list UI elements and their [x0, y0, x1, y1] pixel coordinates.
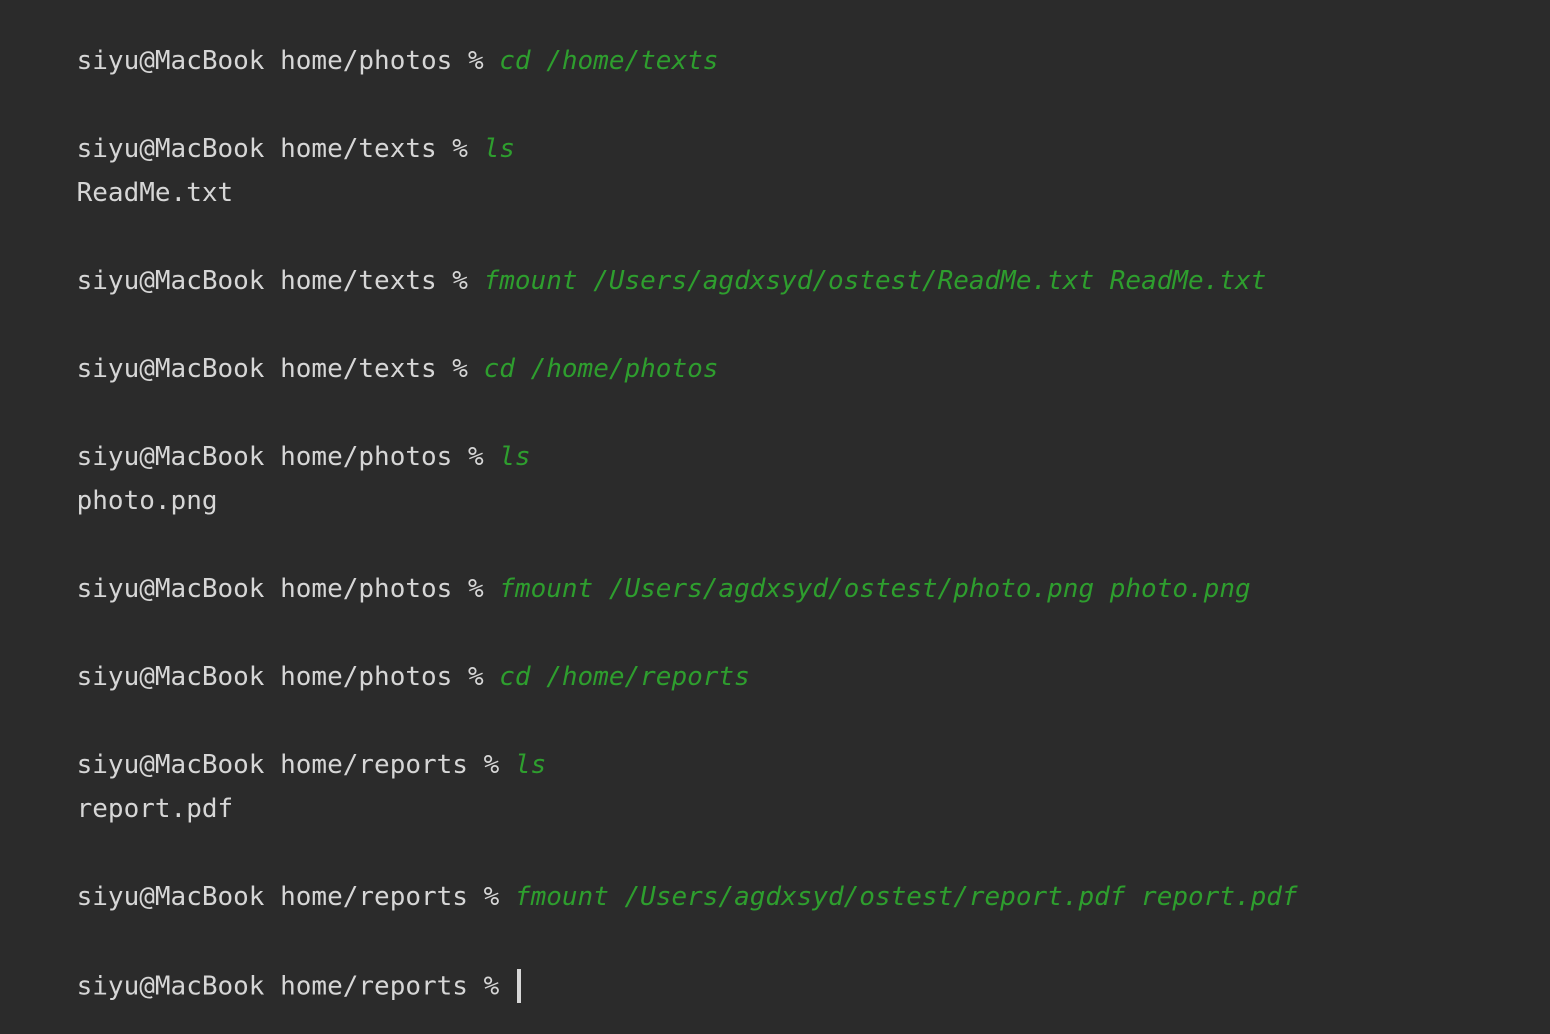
terminal-input-line[interactable]: siyu@MacBook home/reports %	[14, 940, 521, 1003]
terminal-line-output: report.pdf	[14, 764, 234, 824]
terminal-line-prompt: siyu@MacBook home/reports % ls	[14, 720, 547, 780]
text-cursor	[516, 969, 521, 1003]
output-text: ReadMe.txt	[76, 178, 234, 208]
command-text: ls	[499, 442, 531, 472]
terminal-window[interactable]: siyu@MacBook home/photos % cd /home/text…	[0, 0, 1550, 1003]
prompt-text: siyu@MacBook home/photos %	[76, 574, 500, 604]
command-text: fmount /Users/agdxsyd/ostest/ReadMe.txt …	[483, 266, 1267, 296]
command-text: cd /home/reports	[499, 662, 750, 692]
terminal-line-prompt: siyu@MacBook home/texts % fmount /Users/…	[14, 236, 1267, 296]
command-text: fmount /Users/agdxsyd/ostest/photo.png p…	[499, 574, 1251, 604]
prompt-text: siyu@MacBook home/reports %	[76, 882, 515, 912]
prompt-text: siyu@MacBook home/texts %	[76, 266, 484, 296]
command-text: fmount /Users/agdxsyd/ostest/report.pdf …	[514, 882, 1298, 912]
command-text: cd /home/texts	[499, 46, 719, 76]
terminal-line-prompt: siyu@MacBook home/reports % fmount /User…	[14, 852, 1298, 912]
prompt-text: siyu@MacBook home/reports %	[76, 971, 515, 1002]
output-text: photo.png	[76, 486, 218, 516]
terminal-line-prompt: siyu@MacBook home/texts % cd /home/photo…	[14, 324, 719, 384]
terminal-line-prompt: siyu@MacBook home/photos % cd /home/repo…	[14, 632, 750, 692]
terminal-line-prompt: siyu@MacBook home/photos % cd /home/text…	[14, 16, 719, 76]
command-text: ls	[514, 750, 547, 780]
terminal-line-output: photo.png	[14, 456, 218, 516]
prompt-text: siyu@MacBook home/photos %	[76, 662, 500, 692]
command-text: ls	[483, 134, 515, 164]
output-text: report.pdf	[76, 794, 234, 824]
terminal-line-output: ReadMe.txt	[14, 148, 234, 208]
prompt-text: siyu@MacBook home/texts %	[76, 354, 484, 384]
command-text: cd /home/photos	[483, 354, 719, 384]
terminal-line-prompt: siyu@MacBook home/texts % ls	[14, 104, 515, 164]
terminal-line-prompt: siyu@MacBook home/photos % fmount /Users…	[14, 544, 1251, 604]
terminal-line-prompt: siyu@MacBook home/photos % ls	[14, 412, 531, 472]
prompt-text: siyu@MacBook home/photos %	[76, 46, 500, 76]
